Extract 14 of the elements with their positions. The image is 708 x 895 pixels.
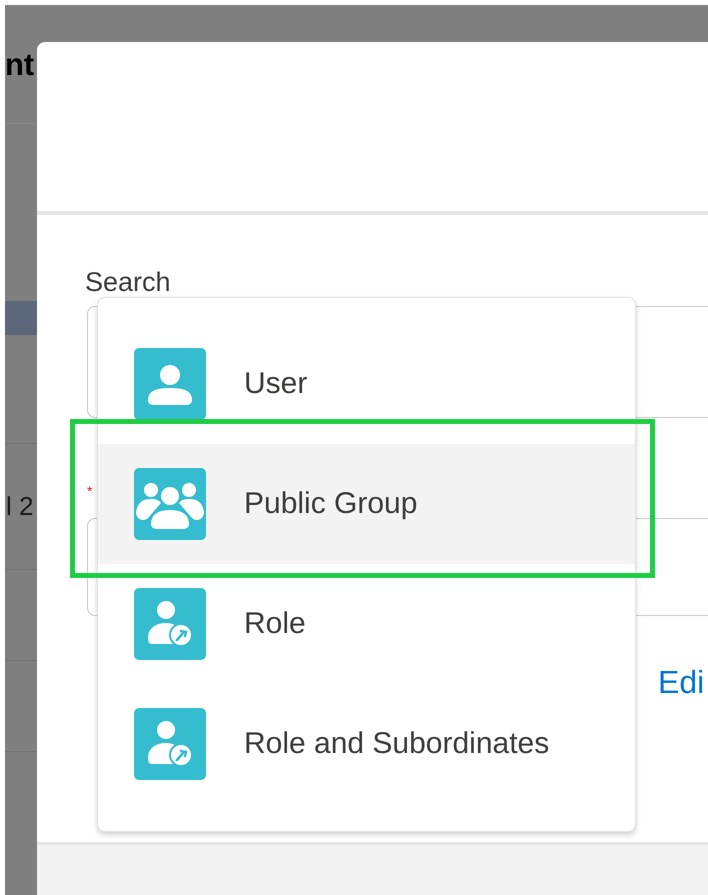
menu-item[interactable]: Role [98, 564, 635, 684]
required-mark: * [87, 484, 92, 498]
field-label: Search [85, 269, 171, 296]
page-title: nt [5, 48, 34, 80]
menu-item[interactable]: Public Group [98, 444, 635, 564]
user-wrench-icon [134, 708, 206, 780]
user-wrench-icon [134, 588, 206, 660]
table-cell: l 2 [6, 491, 34, 522]
edit-link[interactable]: Edi [658, 664, 704, 700]
group-icon [134, 468, 206, 540]
user-icon [134, 348, 206, 420]
table-header [5, 301, 37, 335]
menu-item[interactable]: User [98, 324, 635, 444]
menu-item[interactable]: Role and Subordinates [98, 684, 635, 804]
